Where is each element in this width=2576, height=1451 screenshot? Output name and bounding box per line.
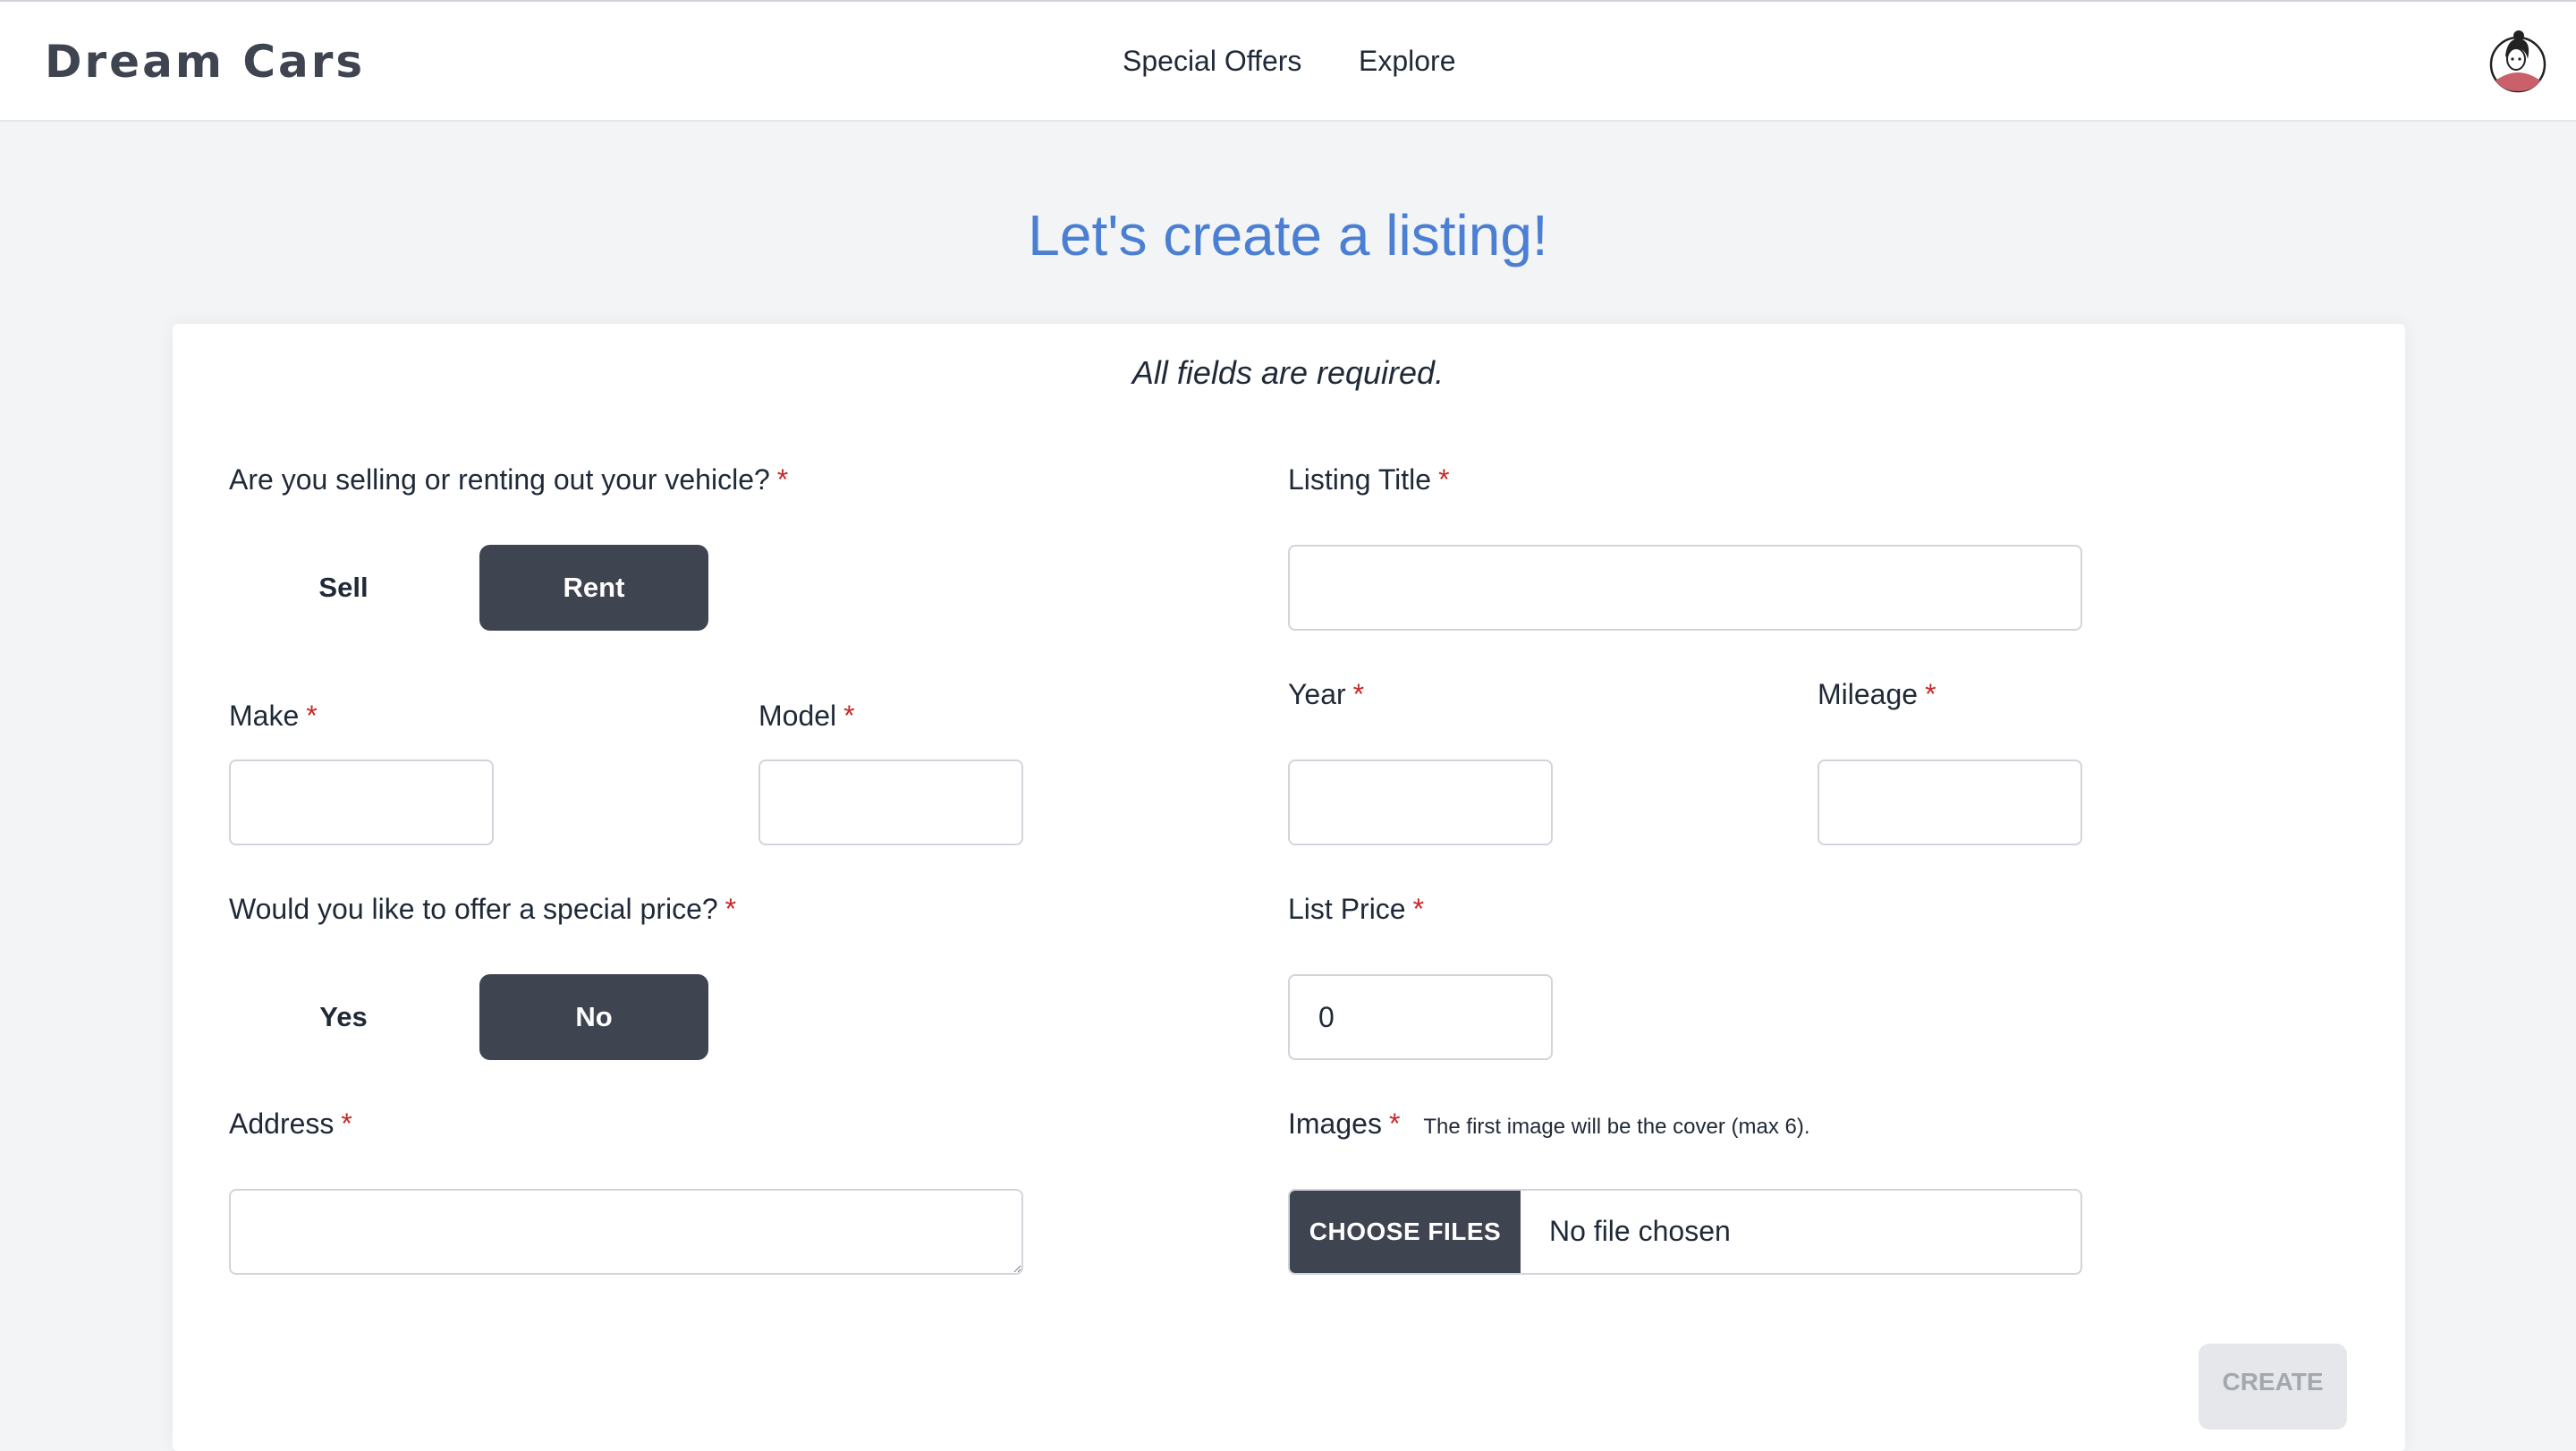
listing-title-input[interactable] <box>1288 545 2082 631</box>
required-marker: * <box>1438 463 1450 496</box>
offer-type-label: Are you selling or renting out your vehi… <box>229 463 789 496</box>
address-textarea[interactable] <box>229 1189 1023 1275</box>
rent-toggle-button[interactable]: Rent <box>479 545 708 631</box>
required-marker: * <box>1352 678 1365 710</box>
list-price-input[interactable] <box>1288 974 1553 1060</box>
special-price-yes-button[interactable]: Yes <box>229 974 458 1060</box>
required-marker: * <box>306 700 318 732</box>
required-marker: * <box>724 893 737 925</box>
mileage-label: Mileage * <box>1818 678 1936 710</box>
required-marker: * <box>341 1107 352 1140</box>
required-marker: * <box>1925 678 1936 710</box>
images-hint: The first image will be the cover (max 6… <box>1423 1115 1810 1139</box>
nav-special-offers[interactable]: Special Offers <box>1123 45 1301 78</box>
nav-explore[interactable]: Explore <box>1359 45 1456 78</box>
page-title: Let's create a listing! <box>1028 203 1548 267</box>
brand-logo[interactable]: Dream Cars <box>45 36 365 88</box>
make-label: Make * <box>229 700 318 732</box>
required-marker: * <box>776 463 789 496</box>
user-avatar-icon[interactable] <box>2488 29 2547 93</box>
year-input[interactable] <box>1288 759 1553 845</box>
required-marker: * <box>843 700 855 732</box>
year-label: Year * <box>1288 678 1365 710</box>
images-file-input[interactable]: CHOOSE FILES No file chosen <box>1288 1189 2082 1275</box>
file-status-text: No file chosen <box>1549 1215 1731 1247</box>
required-marker: * <box>1388 1107 1401 1140</box>
images-label: Images * The first image will be the cover… <box>1288 1107 1810 1140</box>
sell-toggle-button[interactable]: Sell <box>229 545 458 631</box>
model-label: Model * <box>758 700 855 732</box>
make-input[interactable] <box>229 759 494 845</box>
create-button[interactable]: CREATE <box>2199 1344 2347 1430</box>
address-label: Address * <box>229 1107 352 1140</box>
list-price-label: List Price * <box>1288 893 1425 925</box>
required-fields-note: All fields are required. <box>1131 354 1445 391</box>
required-marker: * <box>1412 893 1425 925</box>
top-navbar: Dream Cars Special Offers Explore <box>0 0 2576 122</box>
listing-title-label: Listing Title * <box>1288 463 1450 496</box>
special-price-no-button[interactable]: No <box>479 974 708 1060</box>
choose-files-button[interactable]: CHOOSE FILES <box>1290 1191 1521 1273</box>
special-price-label: Would you like to offer a special price?… <box>229 893 737 925</box>
model-input[interactable] <box>758 759 1023 845</box>
mileage-input[interactable] <box>1818 759 2082 845</box>
